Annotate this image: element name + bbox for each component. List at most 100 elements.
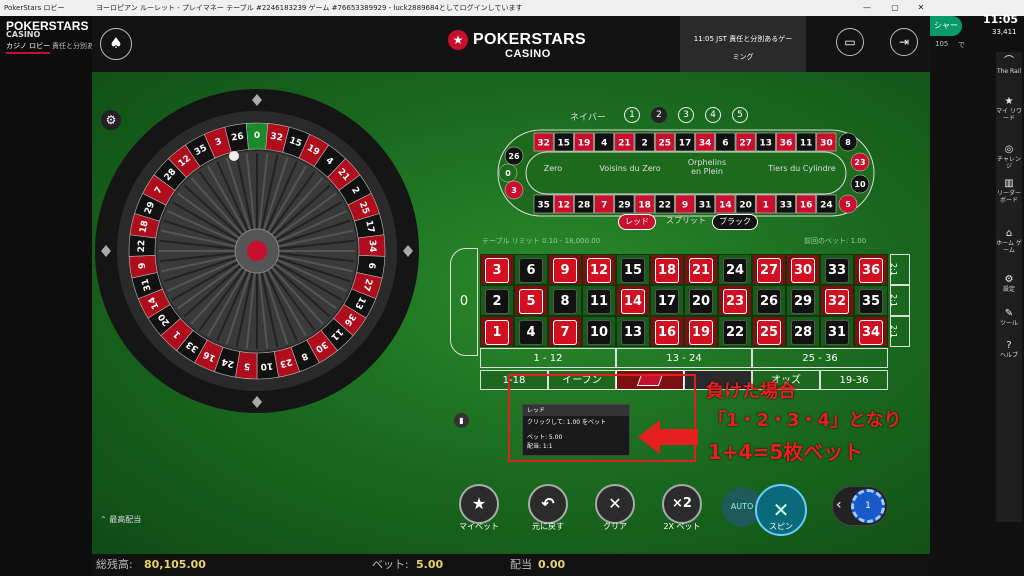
board-number-cell[interactable]: 3 bbox=[480, 254, 514, 285]
board-number: 5 bbox=[520, 290, 542, 313]
board-number: 18 bbox=[656, 259, 678, 282]
time-info-line1: 11:05 JST 責任と分別あるゲー bbox=[693, 35, 793, 43]
board-number-cell[interactable]: 9 bbox=[548, 254, 582, 285]
board-number-cell[interactable]: 33 bbox=[820, 254, 854, 285]
board-number: 15 bbox=[622, 259, 644, 282]
neighbor-option-3[interactable]: 3 bbox=[678, 107, 694, 123]
time-info-box[interactable]: 11:05 JST 責任と分別あるゲー ミング bbox=[680, 16, 806, 72]
close-button[interactable]: ✕ bbox=[912, 0, 930, 16]
minimize-button[interactable]: — bbox=[858, 0, 876, 16]
tab-casino-lobby[interactable]: カジノ ロビー bbox=[6, 41, 51, 54]
help-icon: ? bbox=[1006, 340, 1012, 351]
board-number-cell[interactable]: 13 bbox=[616, 316, 650, 347]
board-number-cell[interactable]: 30 bbox=[786, 254, 820, 285]
racetrack-number: 5 bbox=[845, 200, 851, 209]
neighbor-option-5[interactable]: 5 bbox=[732, 107, 748, 123]
black-toggle[interactable]: ブラック bbox=[712, 214, 758, 230]
rail-item-home-games[interactable]: ⌂ ホーム ゲーム bbox=[996, 228, 1022, 254]
board-number-cell[interactable]: 29 bbox=[786, 285, 820, 316]
lobby-spade-button[interactable]: ♠ bbox=[100, 28, 132, 60]
cashier-button[interactable]: ▭ bbox=[836, 28, 864, 56]
rail-item-settings[interactable]: ⚙ 設定 bbox=[996, 274, 1022, 293]
table-limit-label: テーブル リミット 0.10 - 18,000.00 bbox=[482, 237, 601, 245]
neighbor-option-4[interactable]: 4 bbox=[705, 107, 721, 123]
board-number-cell[interactable]: 16 bbox=[650, 316, 684, 347]
dozen-bet[interactable]: 25 - 36 bbox=[752, 348, 888, 368]
column-bet-2to1[interactable]: 2:1 bbox=[889, 285, 910, 316]
last-bet-label: 前回のベット: 1.00 bbox=[804, 237, 867, 245]
footer-bar: 総残高: 80,105.00 ベット: 5.00 配当 0.00 bbox=[92, 554, 930, 576]
board-number-cell[interactable]: 11 bbox=[582, 285, 616, 316]
board-number-cell[interactable]: 21 bbox=[684, 254, 718, 285]
neighbor-option-2[interactable]: 2 bbox=[651, 107, 667, 123]
zero-cell[interactable]: 0 bbox=[450, 248, 478, 356]
racetrack-number: 8 bbox=[845, 138, 851, 147]
dozen-bet[interactable]: 13 - 24 bbox=[616, 348, 752, 368]
racetrack-number: 32 bbox=[537, 139, 550, 149]
maximize-button[interactable]: ▢ bbox=[886, 0, 904, 16]
board-number-cell[interactable]: 26 bbox=[752, 285, 786, 316]
clear-button[interactable]: ✕ bbox=[595, 484, 635, 524]
board-number-cell[interactable]: 19 bbox=[684, 316, 718, 347]
split-toggle[interactable]: スプリット bbox=[660, 214, 712, 230]
chip-value[interactable]: 1 bbox=[851, 489, 885, 523]
wheel-number: 6 bbox=[366, 262, 377, 269]
board-number-cell[interactable]: 20 bbox=[684, 285, 718, 316]
racetrack-number: 13 bbox=[760, 139, 773, 149]
chevron-left-icon[interactable]: ‹ bbox=[836, 497, 842, 513]
board-number-cell[interactable]: 28 bbox=[786, 316, 820, 347]
board-number-cell[interactable]: 25 bbox=[752, 316, 786, 347]
red-toggle[interactable]: レッド bbox=[618, 214, 656, 230]
racetrack-number: 7 bbox=[601, 201, 607, 211]
board-number-cell[interactable]: 4 bbox=[514, 316, 548, 347]
column-bet-2to1[interactable]: 2:1 bbox=[889, 316, 910, 347]
rail-item-the-rail[interactable]: ⌒ The Rail bbox=[996, 56, 1022, 75]
settings-gear-button[interactable]: ⚙ bbox=[101, 110, 121, 130]
recent-high-payout[interactable]: ⌃ 最高配当 bbox=[100, 514, 141, 525]
undo-button[interactable]: ↶ bbox=[528, 484, 568, 524]
board-number-cell[interactable]: 1 bbox=[480, 316, 514, 347]
lobby-action-button[interactable]: シャー bbox=[930, 16, 962, 36]
column-bet-2to1[interactable]: 2:1 bbox=[889, 254, 910, 285]
board-number-cell[interactable]: 12 bbox=[582, 254, 616, 285]
board-number-cell[interactable]: 32 bbox=[820, 285, 854, 316]
outside-bet[interactable]: 19-36 bbox=[820, 370, 888, 390]
board-number: 2 bbox=[486, 290, 508, 313]
rail-item-help[interactable]: ? ヘルプ bbox=[996, 340, 1022, 359]
double-bet-label: 2X ベット bbox=[663, 522, 701, 531]
board-number-cell[interactable]: 8 bbox=[548, 285, 582, 316]
board-number-cell[interactable]: 24 bbox=[718, 254, 752, 285]
board-number-cell[interactable]: 14 bbox=[616, 285, 650, 316]
board-number-cell[interactable]: 31 bbox=[820, 316, 854, 347]
chip-selector[interactable]: ‹ 1 bbox=[832, 486, 888, 526]
board-number-cell[interactable]: 10 bbox=[582, 316, 616, 347]
tooltip-title: レッド bbox=[523, 405, 629, 416]
rail-item-rewards[interactable]: ★ マイ リワード bbox=[996, 96, 1022, 122]
exit-button[interactable]: ⇥ bbox=[890, 28, 918, 56]
board-number-cell[interactable]: 18 bbox=[650, 254, 684, 285]
board-number-cell[interactable]: 23 bbox=[718, 285, 752, 316]
neighbor-option-1[interactable]: 1 bbox=[624, 107, 640, 123]
rail-item-tools[interactable]: ✎ ツール bbox=[996, 308, 1022, 327]
statistics-button[interactable]: ▮ bbox=[454, 413, 469, 428]
lobby-balance: 33,411 bbox=[992, 28, 1017, 36]
board-number: 4 bbox=[520, 321, 542, 344]
dozen-bet[interactable]: 1 - 12 bbox=[480, 348, 616, 368]
board-number-cell[interactable]: 15 bbox=[616, 254, 650, 285]
board-number-cell[interactable]: 17 bbox=[650, 285, 684, 316]
double-bet-button[interactable]: ×2 bbox=[662, 484, 702, 524]
rail-item-challenges[interactable]: ◎ チャレンジ bbox=[996, 144, 1022, 170]
my-bet-button[interactable]: ★ bbox=[459, 484, 499, 524]
balance-label: 総残高: bbox=[96, 558, 133, 571]
board-number-cell[interactable]: 2 bbox=[480, 285, 514, 316]
board-number-cell[interactable]: 6 bbox=[514, 254, 548, 285]
board-number-cell[interactable]: 27 bbox=[752, 254, 786, 285]
board-number-cell[interactable]: 7 bbox=[548, 316, 582, 347]
bet-tooltip: レッド クリックして: 1.00 をベット ベット: 5.00 配当: 1:1 bbox=[522, 404, 630, 456]
board-number: 7 bbox=[554, 321, 576, 344]
bet-value: 5.00 bbox=[416, 558, 444, 571]
board-number-cell[interactable]: 22 bbox=[718, 316, 752, 347]
board-number-cell[interactable]: 5 bbox=[514, 285, 548, 316]
lobby-window: POKERSTARS CASINO カジノ ロビー 責任と分別あるゲーミング bbox=[0, 16, 136, 576]
rail-item-leaderboard[interactable]: ▥ リーダー ボード bbox=[996, 178, 1022, 204]
